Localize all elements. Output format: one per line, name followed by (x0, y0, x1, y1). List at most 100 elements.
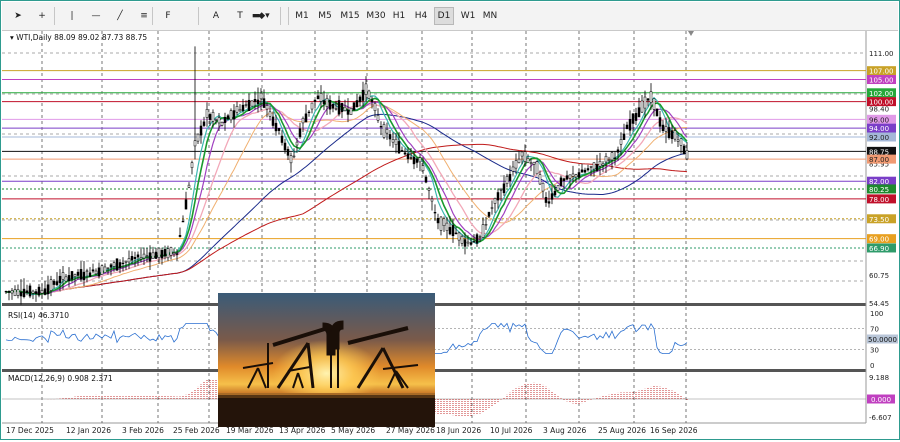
date-axis-tick: 18 Jun 2026 (436, 426, 481, 435)
candle-body (394, 138, 398, 145)
candle-body (286, 149, 290, 156)
candle-body (244, 104, 248, 106)
candle-body (634, 113, 638, 121)
candle-body (193, 140, 197, 147)
timeframe-m15[interactable]: M15 (338, 7, 362, 25)
candle-body (304, 113, 308, 123)
candle-body (103, 266, 107, 273)
candle-body (589, 166, 593, 168)
price-level-label: 96.00 (869, 116, 889, 124)
candle-body (598, 161, 602, 167)
candle-body (298, 128, 302, 138)
candle-body (481, 224, 485, 238)
shapes-icon[interactable]: ◆▾ (254, 5, 274, 27)
candle-body (142, 253, 146, 259)
timeframe-m1[interactable]: M1 (292, 7, 312, 25)
candle-body (433, 212, 437, 214)
timeframe-w1[interactable]: W1 (458, 7, 478, 25)
toolbar: ➤ + | — ╱ ≡ F A T ▬ ◆▾ M1 M5 M15 M30 H1 H4 D1 W1 MN (2, 2, 898, 31)
candle-body (106, 267, 110, 269)
candle-body (373, 103, 377, 111)
macd-indicator-label: MACD(12,26,9) 0.908 2.371 (8, 374, 113, 383)
candle-body (250, 100, 254, 107)
candle-body (667, 127, 671, 138)
candle-body (310, 102, 314, 110)
date-axis-tick: 3 Feb 2026 (122, 426, 164, 435)
toolbar-separator (198, 7, 199, 25)
candle-body (640, 100, 644, 113)
candle-body (124, 261, 128, 263)
candle-body (163, 248, 167, 257)
timeframe-m30[interactable]: M30 (365, 7, 387, 25)
chart-area[interactable]: 111.0098.4085.9573.5060.7554.45107.00105… (2, 31, 898, 438)
candle-body (607, 159, 611, 162)
candle-body (337, 100, 341, 115)
vertical-line-icon[interactable]: | (62, 5, 82, 27)
candle-body (580, 169, 584, 173)
candle-body (613, 157, 617, 159)
candle-body (49, 279, 53, 291)
candle-body (637, 107, 641, 118)
fibonacci-icon[interactable]: F (158, 5, 178, 27)
candle-body (355, 100, 359, 107)
price-level-label: 92.00 (869, 134, 889, 142)
candle-body (55, 281, 59, 286)
channel-icon[interactable]: ≡ (134, 5, 154, 27)
candle-body (25, 290, 29, 294)
candle-body (214, 119, 218, 121)
text-icon[interactable]: A (206, 5, 226, 27)
candle-body (604, 155, 608, 163)
timeframe-mn[interactable]: MN (480, 7, 500, 25)
candle-body (307, 111, 311, 114)
candle-body (82, 271, 86, 281)
candle-body (52, 280, 56, 285)
candle-body (487, 211, 491, 217)
candle-body (343, 106, 347, 111)
candle-body (157, 247, 161, 259)
candle-body (334, 108, 338, 110)
price-chart[interactable]: 111.0098.4085.9573.5060.7554.45107.00105… (2, 31, 898, 438)
trendline-icon[interactable]: ╱ (110, 5, 130, 27)
candle-body (61, 272, 65, 280)
candle-body (475, 234, 479, 244)
timeframe-h1[interactable]: H1 (390, 7, 408, 25)
candle-body (322, 100, 326, 105)
candle-body (265, 105, 269, 110)
candle-body (385, 129, 389, 134)
horizontal-line-icon[interactable]: — (86, 5, 106, 27)
candle-body (628, 119, 632, 131)
price-level-label: 66.90 (869, 245, 889, 253)
crosshair-icon[interactable]: + (32, 5, 52, 27)
candle-body (652, 98, 656, 110)
timeframe-m5[interactable]: M5 (315, 7, 335, 25)
candle-body (205, 109, 209, 118)
date-axis-tick: 19 Mar 2026 (226, 426, 274, 435)
price-level-label: 102.00 (869, 90, 894, 98)
date-axis-tick: 16 Sep 2026 (650, 426, 698, 435)
candle-body (40, 290, 44, 294)
candle-body (226, 115, 230, 120)
candle-body (685, 150, 689, 160)
candle-body (514, 160, 518, 169)
candle-body (484, 224, 488, 226)
candle-body (448, 227, 452, 235)
candle-body (505, 176, 509, 184)
candle-body (625, 124, 629, 129)
date-axis-tick: 27 May 2026 (386, 426, 435, 435)
timeframe-d1[interactable]: D1 (434, 7, 454, 25)
candle-body (451, 225, 455, 237)
price-level-label: 87.00 (869, 156, 889, 164)
candle-body (133, 257, 137, 259)
candle-body (367, 90, 371, 99)
candle-body (19, 291, 23, 297)
candle-body (376, 114, 380, 121)
candle-body (70, 271, 74, 280)
candle-body (247, 99, 251, 111)
candle-body (658, 117, 662, 127)
timeframe-h4[interactable]: H4 (412, 7, 430, 25)
candle-body (382, 124, 386, 138)
candle-body (610, 152, 614, 161)
cursor-icon[interactable]: ➤ (8, 5, 28, 27)
candle-body (115, 258, 119, 271)
candle-body (622, 133, 626, 140)
